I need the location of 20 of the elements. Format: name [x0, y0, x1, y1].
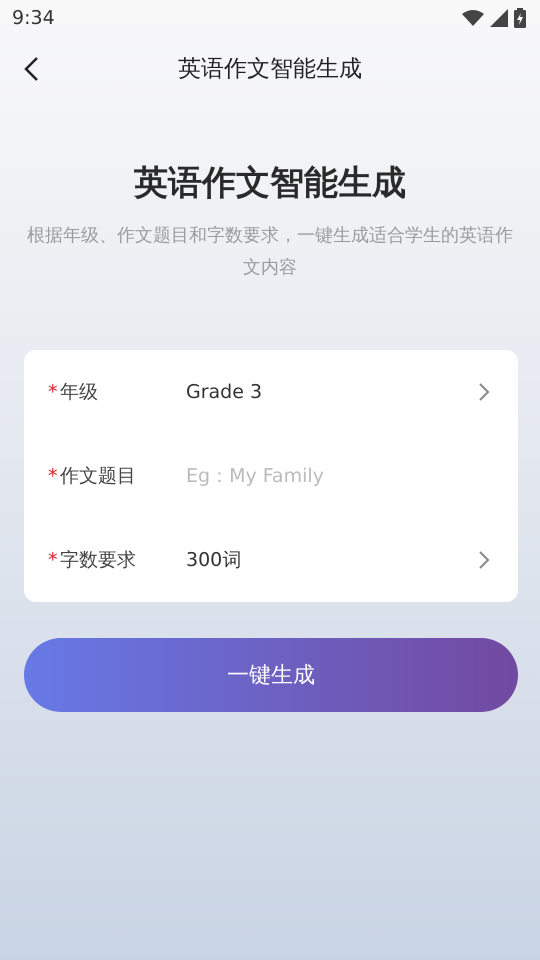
generate-button[interactable]: 一键生成	[24, 638, 518, 712]
hero-title: 英语作文智能生成	[134, 162, 406, 205]
required-mark: *	[48, 381, 58, 403]
required-mark: *	[48, 465, 58, 487]
signal-icon	[490, 9, 508, 27]
field-value[interactable]: 300词	[186, 547, 478, 573]
battery-icon	[514, 8, 526, 28]
back-icon[interactable]	[22, 56, 40, 82]
field-label: 作文题目	[60, 464, 137, 489]
chevron-right-icon[interactable]	[478, 550, 490, 570]
field-label: 年级	[60, 380, 99, 405]
hero-subtitle: 根据年级、作文题目和字数要求，一键生成适合学生的英语作文内容	[26, 224, 514, 280]
field-label: 字数要求	[60, 548, 137, 573]
page-title: 英语作文智能生成	[178, 54, 362, 84]
chevron-right-icon[interactable]	[478, 382, 490, 402]
topic-input[interactable]: Eg：My Family	[186, 465, 490, 487]
field-value[interactable]: Grade 3	[186, 381, 478, 403]
wifi-icon	[462, 10, 484, 26]
status-time: 9:34	[12, 7, 55, 29]
required-mark: *	[48, 549, 58, 571]
